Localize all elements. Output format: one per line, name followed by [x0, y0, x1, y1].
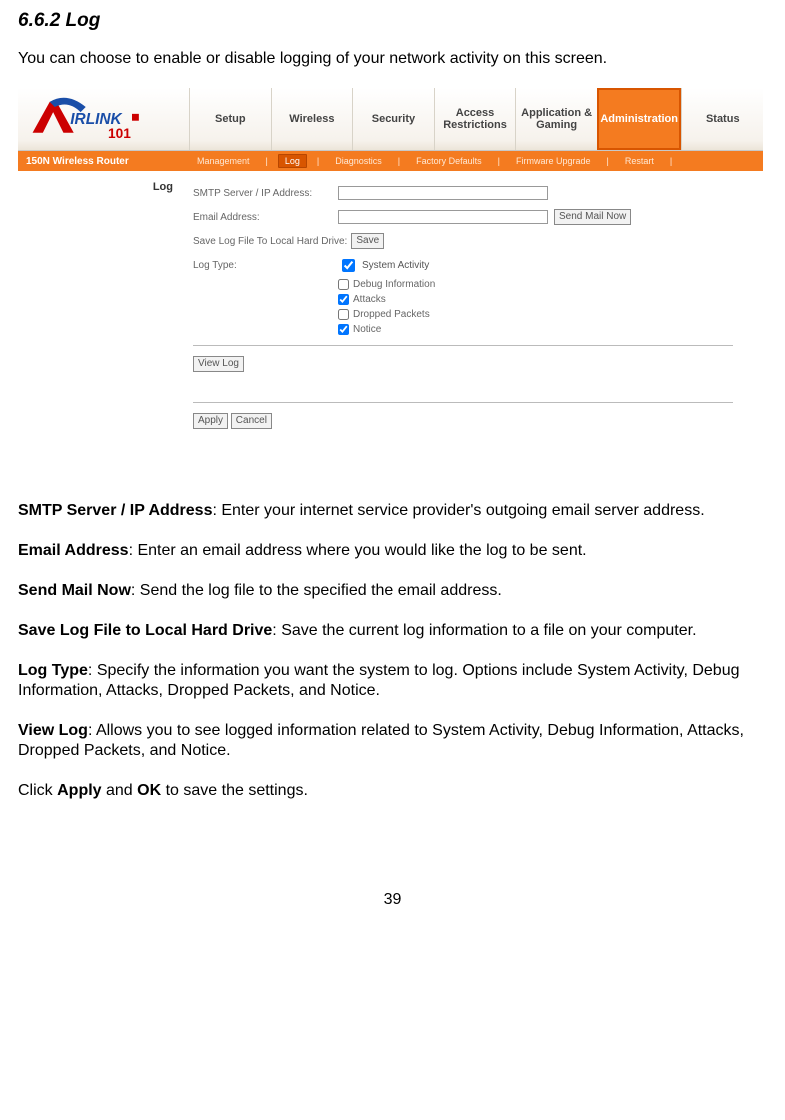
tab-security[interactable]: Security — [352, 88, 434, 150]
intro-text: You can choose to enable or disable logg… — [18, 50, 767, 68]
desc-send-mail: Send Mail Now: Send the log file to the … — [18, 581, 767, 601]
admin-subnav: Management | Log | Diagnostics | Factory… — [191, 154, 678, 168]
chk-debug-info-label: Debug Information — [353, 279, 435, 290]
subnav-firmware-upgrade[interactable]: Firmware Upgrade — [510, 155, 597, 167]
tab-access-restrictions[interactable]: Access Restrictions — [434, 88, 516, 150]
subnav-restart[interactable]: Restart — [619, 155, 660, 167]
tab-administration[interactable]: Administration — [597, 88, 682, 150]
desc-apply-ok: Click Apply and OK to save the settings. — [18, 781, 767, 801]
chk-debug-info[interactable] — [338, 279, 349, 290]
chk-attacks-label: Attacks — [353, 294, 386, 305]
log-form: SMTP Server / IP Address: Email Address:… — [183, 171, 763, 481]
subnav-management[interactable]: Management — [191, 155, 256, 167]
save-button[interactable]: Save — [351, 233, 384, 249]
email-input[interactable] — [338, 210, 548, 224]
description-block: SMTP Server / IP Address: Enter your int… — [18, 501, 767, 801]
separator — [193, 402, 733, 403]
desc-email: Email Address: Enter an email address wh… — [18, 541, 767, 561]
desc-smtp: SMTP Server / IP Address: Enter your int… — [18, 501, 767, 521]
subnav-diagnostics[interactable]: Diagnostics — [329, 155, 388, 167]
email-label: Email Address: — [193, 212, 338, 223]
smtp-input[interactable] — [338, 186, 548, 200]
cancel-button[interactable]: Cancel — [231, 413, 272, 429]
apply-button[interactable]: Apply — [193, 413, 228, 429]
smtp-label: SMTP Server / IP Address: — [193, 188, 338, 199]
subnav-factory-defaults[interactable]: Factory Defaults — [410, 155, 488, 167]
svg-text:101: 101 — [108, 126, 131, 141]
subnav-log[interactable]: Log — [278, 154, 307, 168]
chk-system-activity-label: System Activity — [362, 260, 429, 271]
router-model-label: 150N Wireless Router — [18, 156, 191, 167]
send-mail-now-button[interactable]: Send Mail Now — [554, 209, 631, 225]
log-type-label: Log Type: — [193, 260, 338, 271]
save-log-label: Save Log File To Local Hard Drive: — [193, 236, 347, 247]
view-log-button[interactable]: View Log — [193, 356, 244, 372]
tab-status[interactable]: Status — [681, 88, 763, 150]
desc-log-type: Log Type: Specify the information you wa… — [18, 661, 767, 701]
airlink-logo: IRLINK 101 — [18, 88, 189, 150]
tab-application-gaming[interactable]: Application & Gaming — [515, 88, 597, 150]
chk-notice[interactable] — [338, 324, 349, 335]
page-number: 39 — [18, 891, 767, 919]
section-heading: 6.6.2 Log — [18, 10, 767, 32]
desc-view-log: View Log: Allows you to see logged infor… — [18, 721, 767, 761]
chk-attacks[interactable] — [338, 294, 349, 305]
tab-wireless[interactable]: Wireless — [271, 88, 353, 150]
chk-dropped-packets[interactable] — [338, 309, 349, 320]
chk-system-activity[interactable] — [342, 259, 355, 272]
router-ui-screenshot: IRLINK 101 Setup Wireless Security Acces… — [18, 88, 763, 481]
chk-dropped-packets-label: Dropped Packets — [353, 309, 430, 320]
desc-save-log: Save Log File to Local Hard Drive: Save … — [18, 621, 767, 641]
tab-setup[interactable]: Setup — [189, 88, 271, 150]
main-tabs: Setup Wireless Security Access Restricti… — [189, 88, 763, 150]
chk-notice-label: Notice — [353, 324, 381, 335]
separator — [193, 345, 733, 346]
panel-title: Log — [18, 171, 183, 481]
